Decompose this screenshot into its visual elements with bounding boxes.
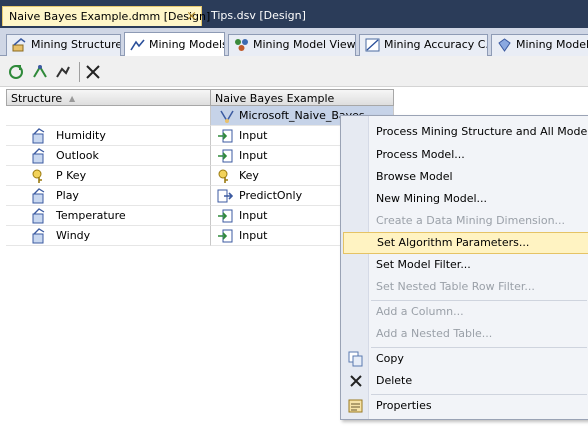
- table-row[interactable]: Humidity Input: [6, 126, 394, 146]
- menu-item-add-column[interactable]: Add a Column...: [343, 301, 588, 323]
- column-icon: [32, 148, 45, 164]
- usage-value: Input: [239, 149, 268, 162]
- delete-icon[interactable]: [84, 63, 102, 81]
- menu-item-browse-model[interactable]: Browse Model: [343, 166, 588, 188]
- accuracy-chart-icon: [365, 38, 380, 52]
- doc-tab-tips[interactable]: Tips.dsv [Design]: [205, 6, 312, 26]
- document-tab-strip: Naive Bayes Example.dmm [Design] × Tips.…: [0, 0, 588, 28]
- process-icon[interactable]: [31, 63, 49, 81]
- model-viewer-icon: [235, 39, 248, 51]
- menu-item-set-nested-filter[interactable]: Set Nested Table Row Filter...: [343, 276, 588, 298]
- algorithm-icon: [220, 110, 234, 123]
- tab-label: Mining Models: [149, 38, 225, 51]
- column-name: Temperature: [56, 209, 126, 222]
- menu-item-process-model[interactable]: Process Model...: [343, 144, 588, 166]
- doc-tab-label: Naive Bayes Example.dmm [Design]: [9, 10, 211, 23]
- tab-mining-accuracy-chart[interactable]: Mining Accuracy C...: [359, 34, 488, 56]
- input-icon: [218, 149, 233, 163]
- doc-tab-label: Tips.dsv [Design]: [211, 9, 306, 22]
- input-icon: [218, 209, 233, 223]
- mining-models-icon: [130, 39, 145, 51]
- key-icon: [32, 169, 42, 183]
- mining-structure-icon: [12, 38, 26, 52]
- close-icon[interactable]: ×: [186, 7, 197, 27]
- structure-column-header[interactable]: Structure ▲: [6, 89, 211, 106]
- menu-item-process-structure[interactable]: Process Mining Structure and All Models.…: [343, 121, 588, 143]
- designer-tab-strip: Mining Structure Mining Models Mining Mo…: [0, 28, 588, 56]
- copy-icon: [348, 351, 363, 367]
- menu-item-copy[interactable]: Copy: [343, 348, 588, 370]
- tab-mining-models[interactable]: Mining Models: [124, 32, 225, 56]
- column-name: Play: [56, 189, 79, 202]
- usage-value: Input: [239, 129, 268, 142]
- usage-value: Input: [239, 229, 268, 242]
- column-icon: [32, 188, 45, 204]
- input-icon: [218, 129, 233, 143]
- column-name: P Key: [56, 169, 87, 182]
- algorithm-row-structure-cell: [6, 106, 211, 126]
- menu-item-add-nested-table[interactable]: Add a Nested Table...: [343, 323, 588, 345]
- usage-value: Key: [239, 169, 259, 182]
- usage-value: PredictOnly: [239, 189, 303, 202]
- menu-item-delete[interactable]: Delete: [343, 370, 588, 392]
- table-row[interactable]: P Key Key: [6, 166, 394, 186]
- model-column-header[interactable]: Naive Bayes Example: [210, 89, 394, 106]
- properties-icon: [348, 399, 363, 413]
- menu-item-set-algorithm-parameters[interactable]: Set Algorithm Parameters...: [343, 232, 588, 254]
- table-row[interactable]: Play PredictOnly: [6, 186, 394, 206]
- toolbar: [0, 56, 588, 87]
- tab-mining-structure[interactable]: Mining Structure: [6, 34, 121, 56]
- input-icon: [218, 229, 233, 243]
- column-name: Humidity: [56, 129, 106, 142]
- tab-mining-model-viewer[interactable]: Mining Model Viewer: [228, 34, 356, 56]
- tab-label: Mining Structure: [31, 38, 121, 51]
- tab-label: Mining Accuracy C...: [384, 38, 488, 51]
- menu-item-new-mining-model[interactable]: New Mining Model...: [343, 188, 588, 210]
- column-icon: [32, 128, 45, 144]
- key-icon: [218, 169, 228, 183]
- new-model-icon[interactable]: [7, 63, 25, 81]
- prediction-icon: [498, 38, 511, 52]
- table-row[interactable]: Temperature Input: [6, 206, 394, 226]
- tab-label: Mining Model Viewer: [253, 38, 356, 51]
- table-row[interactable]: Outlook Input: [6, 146, 394, 166]
- algorithm-row: Microsoft_Naive_Bayes: [6, 106, 394, 126]
- doc-tab-naive-bayes[interactable]: Naive Bayes Example.dmm [Design] ×: [2, 6, 210, 27]
- tab-mining-model-prediction[interactable]: Mining Model Pr: [491, 34, 588, 56]
- column-name: Windy: [56, 229, 91, 242]
- usage-value: Input: [239, 209, 268, 222]
- refresh-icon[interactable]: [54, 63, 72, 81]
- column-icon: [32, 208, 45, 224]
- context-menu: Process Mining Structure and All Models.…: [340, 115, 588, 420]
- predict-only-icon: [217, 189, 233, 203]
- menu-item-properties[interactable]: Properties: [343, 395, 588, 417]
- toolbar-separator: [79, 62, 80, 82]
- table-row[interactable]: Windy Input: [6, 226, 394, 246]
- column-name: Outlook: [56, 149, 99, 162]
- menu-item-create-dimension[interactable]: Create a Data Mining Dimension...: [343, 210, 588, 232]
- column-icon: [32, 228, 45, 244]
- sort-arrow-icon: ▲: [69, 94, 76, 103]
- tab-label: Mining Model Pr: [516, 38, 588, 51]
- menu-item-set-model-filter[interactable]: Set Model Filter...: [343, 254, 588, 276]
- delete-icon: [350, 375, 362, 387]
